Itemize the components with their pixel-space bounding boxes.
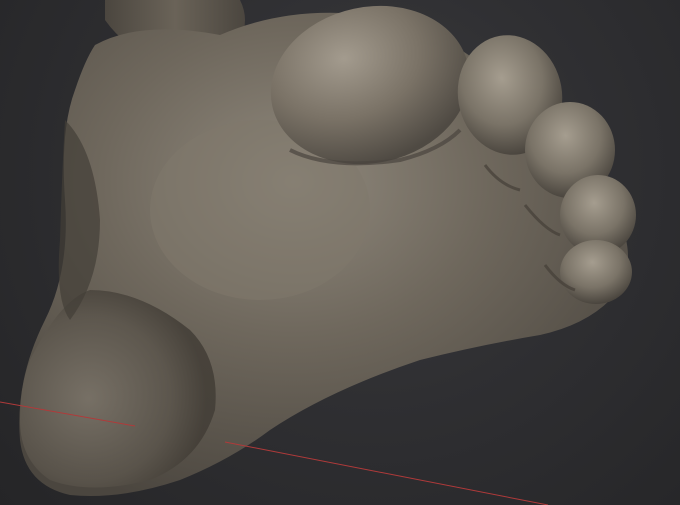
viewport-canvas[interactable] — [0, 0, 680, 505]
fifth-toe — [560, 240, 632, 304]
3d-viewport[interactable] — [0, 0, 680, 505]
grid-axis-line — [224, 441, 549, 505]
